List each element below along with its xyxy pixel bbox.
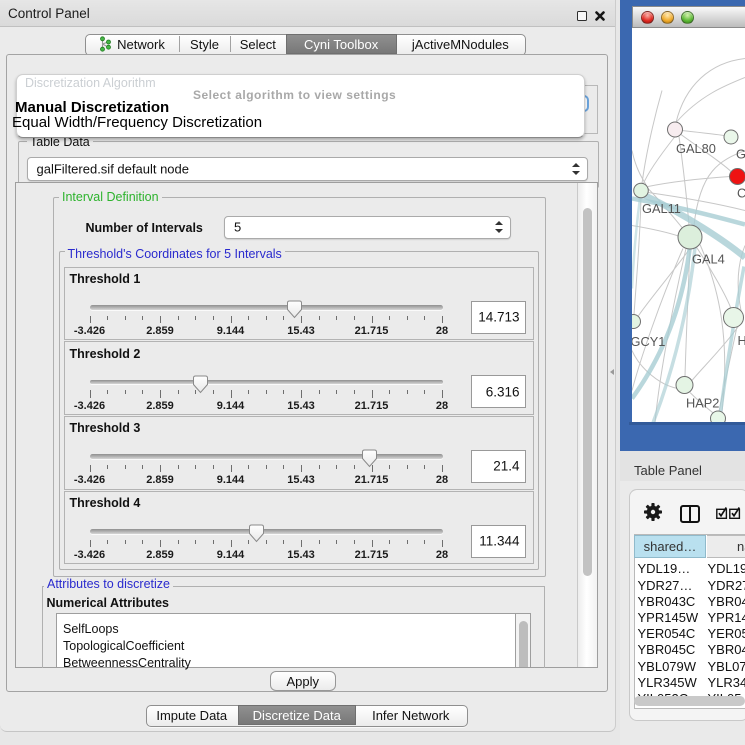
svg-text:H: H [738, 333, 745, 348]
svg-text:GAL4: GAL4 [692, 251, 725, 266]
svg-text:C: C [737, 185, 745, 200]
svg-text:GCY1: GCY1 [632, 334, 665, 349]
svg-text:GA: GA [736, 146, 745, 161]
svg-text:HAP2: HAP2 [686, 395, 719, 410]
svg-text:GAL80: GAL80 [676, 141, 716, 156]
svg-text:GAL11: GAL11 [642, 201, 681, 216]
